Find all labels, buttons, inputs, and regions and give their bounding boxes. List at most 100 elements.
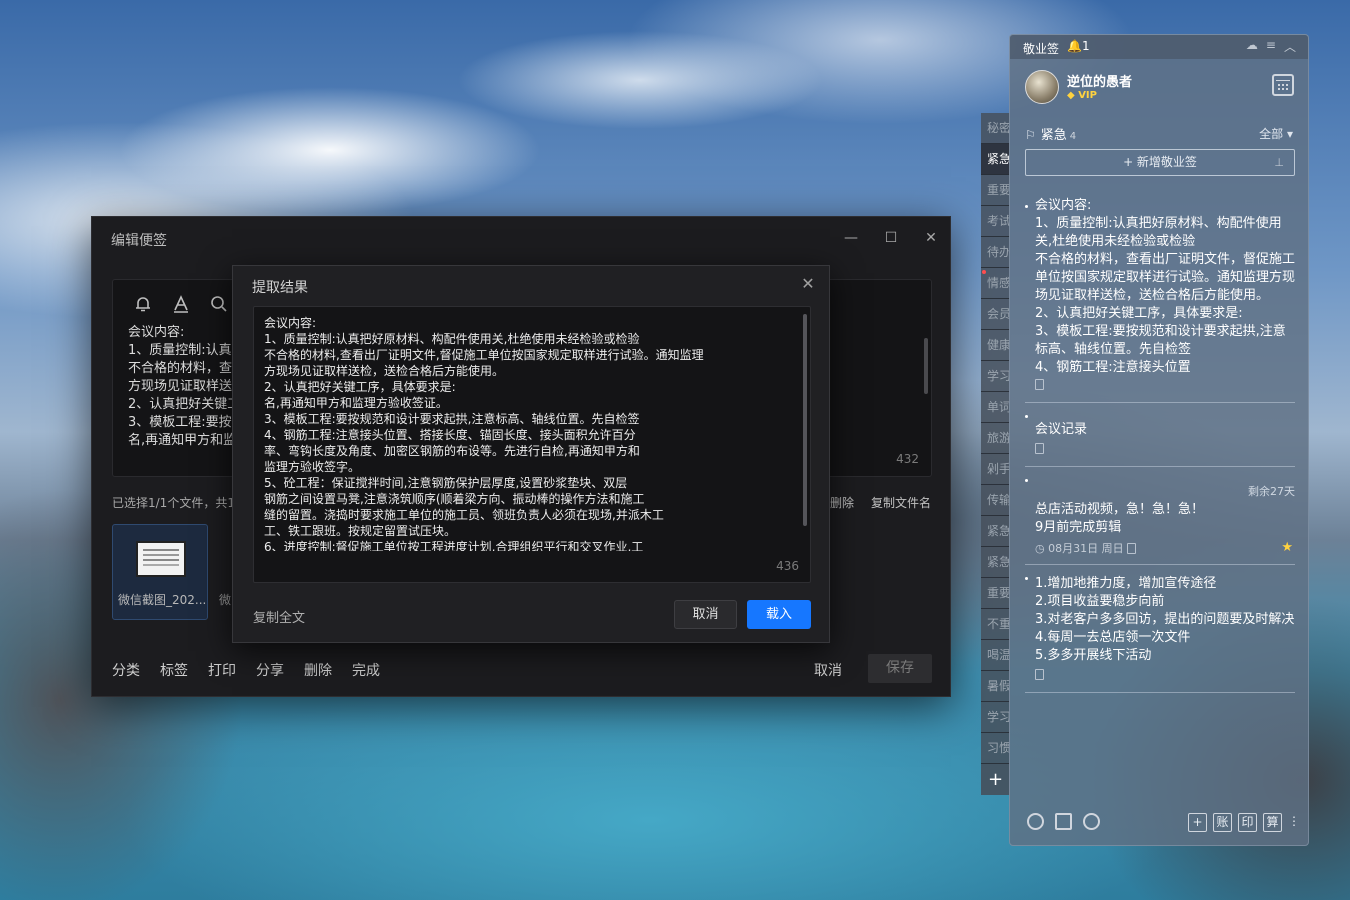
note-list: 会议内容: 1、质量控制:认真把好原材料、构配件使用关,杜绝使用未经检验或检验 … <box>1025 193 1295 693</box>
side-tab[interactable]: 传输 <box>981 485 1010 516</box>
side-tab[interactable]: 剁手 <box>981 454 1010 485</box>
attachment-name-2[interactable]: 微 <box>219 591 231 608</box>
bell-icon[interactable] <box>133 294 153 314</box>
side-tab[interactable]: 重要 <box>981 175 1010 206</box>
attachment-thumbnail[interactable]: 微信截图_202... <box>112 524 208 620</box>
side-tab[interactable]: 待办 <box>981 237 1010 268</box>
attachment-name: 微信截图_202... <box>118 593 207 607</box>
note-meta <box>1035 378 1295 392</box>
edit-window-title: 编辑便签 <box>111 233 167 249</box>
side-tab[interactable]: 单词 <box>981 392 1010 423</box>
category-count: 4 <box>1069 131 1077 142</box>
add-icon[interactable]: + <box>1188 813 1207 832</box>
extract-scrollbar[interactable] <box>803 314 807 526</box>
side-tab[interactable]: 旅游 <box>981 423 1010 454</box>
extract-text-area[interactable]: 会议内容: 1、质量控制:认真把好原材料、构配件使用关,杜绝使用未经检验或检验 … <box>253 306 811 583</box>
add-category-button[interactable]: + <box>981 764 1010 795</box>
footer-left-icons <box>1027 813 1100 830</box>
panel-header: 敬业签 🔔1 ☁ ≡ ︿ <box>1010 35 1308 59</box>
side-tab[interactable]: 学习 <box>981 702 1010 733</box>
side-tab[interactable]: 秘密 <box>981 113 1010 144</box>
extract-result-dialog: 提取结果 ✕ 会议内容: 1、质量控制:认真把好原材料、构配件使用关,杜绝使用未… <box>232 265 830 643</box>
sticky-note-panel: 敬业签 🔔1 ☁ ≡ ︿ 逆位的愚者 ◆ VIP ⚐ 紧急 4 全部 ▾ + 新增敬… <box>1009 34 1309 846</box>
history-icon[interactable] <box>1027 813 1044 830</box>
side-tab[interactable]: 学习 <box>981 361 1010 392</box>
search-icon[interactable] <box>209 294 229 314</box>
side-tab[interactable]: 情感 <box>981 268 1010 299</box>
side-tab[interactable]: 习惯 <box>981 733 1010 764</box>
calendar-icon[interactable] <box>1272 74 1294 96</box>
close-button[interactable]: ✕ <box>922 229 940 247</box>
star-icon[interactable]: ★ <box>1281 540 1293 555</box>
edit-cancel-button[interactable]: 取消 <box>814 660 842 680</box>
minimize-button[interactable]: — <box>842 229 860 247</box>
clock-icon: ◷ <box>1035 542 1045 555</box>
more-icon[interactable]: ⋮ <box>1288 813 1300 832</box>
extract-text[interactable]: 会议内容: 1、质量控制:认真把好原材料、构配件使用关,杜绝使用未经检验或检验 … <box>264 315 794 551</box>
chevron-up-icon[interactable]: ︿ <box>1284 38 1296 55</box>
maximize-button[interactable]: ☐ <box>882 229 900 247</box>
side-tab[interactable]: 暑假 <box>981 671 1010 702</box>
list-item[interactable]: 1.增加地推力度，增加宣传途径 2.项目收益要稳步向前 3.对老客户多多回访，提… <box>1025 565 1295 693</box>
list-item[interactable]: 会议记录 <box>1025 403 1295 467</box>
note-text: 1.增加地推力度，增加宣传途径 2.项目收益要稳步向前 3.对老客户多多回访，提… <box>1035 576 1295 663</box>
side-tab[interactable]: 不重 <box>981 609 1010 640</box>
checklist-icon[interactable] <box>1055 813 1072 830</box>
filter-dropdown[interactable]: 全部 ▾ <box>1259 125 1293 142</box>
vip-badge: ◆ VIP <box>1067 90 1097 101</box>
file-selection-info: 已选择1/1个文件，共1 <box>112 496 235 510</box>
note-editor-text[interactable]: 会议内容: 1、质量控制:认真 不合格的材料，查 方现场见证取样送 2、认真把好… <box>128 324 240 454</box>
cancel-button[interactable]: 取消 <box>674 600 737 629</box>
note-text: 总店活动视频，急！急！急！ 9月前完成剪辑 <box>1035 502 1205 535</box>
notification-badge[interactable]: 🔔1 <box>1067 39 1090 53</box>
cloud-icon[interactable]: ☁ <box>1246 38 1258 55</box>
share-button[interactable]: 分享 <box>256 660 284 680</box>
save-button[interactable]: 保存 <box>868 654 932 683</box>
avatar[interactable] <box>1025 70 1059 104</box>
image-preview <box>136 541 186 577</box>
menu-icon[interactable]: ≡ <box>1266 38 1276 55</box>
load-button[interactable]: 载入 <box>747 600 811 629</box>
editor-scrollbar[interactable] <box>924 338 928 394</box>
done-button[interactable]: 完成 <box>352 660 380 680</box>
attachment-icon <box>1035 443 1044 454</box>
edit-bottom-bar: 分类 标签 打印 分享 删除 完成 <box>112 660 400 680</box>
side-tab-active[interactable]: 紧急 <box>981 144 1010 175</box>
list-item[interactable]: 会议内容: 1、质量控制:认真把好原材料、构配件使用关,杜绝使用未经检验或检验 … <box>1025 193 1295 403</box>
side-tab[interactable]: 紧急 <box>981 547 1010 578</box>
remaining-days: 剩余27天 <box>1248 485 1295 498</box>
extract-char-count: 436 <box>776 559 799 573</box>
side-tab[interactable]: 喝温 <box>981 640 1010 671</box>
side-tab[interactable]: 重要 <box>981 578 1010 609</box>
tag-button[interactable]: 标签 <box>160 660 188 680</box>
side-tab[interactable]: 紧急 <box>981 516 1010 547</box>
delete-button[interactable]: 删除 <box>304 660 332 680</box>
category-button[interactable]: 分类 <box>112 660 140 680</box>
close-icon[interactable]: ✕ <box>800 276 816 292</box>
bookmark-icon: ⚐ <box>1025 128 1036 142</box>
side-tab[interactable]: 考试 <box>981 206 1010 237</box>
list-item[interactable]: 剩余27天 总店活动视频，急！急！急！ 9月前完成剪辑 ◷ 08月31日 周日 … <box>1025 467 1295 565</box>
text-format-icon[interactable] <box>171 294 191 314</box>
panel-footer: + 账 印 算 ⋮ <box>1027 813 1300 835</box>
app-name: 敬业签 <box>1023 42 1060 56</box>
print-icon[interactable]: 印 <box>1238 813 1257 832</box>
category-name: 紧急 <box>1040 128 1067 143</box>
file-delete-link[interactable]: 删除 <box>830 494 854 511</box>
new-note-button[interactable]: + 新增敬业签 ⊥ <box>1025 149 1295 176</box>
side-tab[interactable]: 会员 <box>981 299 1010 330</box>
editor-toolbar <box>133 294 229 314</box>
pin-icon[interactable]: ⊥ <box>1274 150 1284 175</box>
header-icons: ☁ ≡ ︿ <box>1246 38 1296 55</box>
calculator-icon[interactable]: 算 <box>1263 813 1282 832</box>
current-category: ⚐ 紧急 4 <box>1025 124 1076 143</box>
side-tab[interactable]: 健康 <box>981 330 1010 361</box>
ledger-icon[interactable]: 账 <box>1213 813 1232 832</box>
copy-all-link[interactable]: 复制全文 <box>253 607 305 626</box>
print-button[interactable]: 打印 <box>208 660 236 680</box>
attachment-icon <box>1035 379 1044 390</box>
notification-count: 1 <box>1081 39 1090 53</box>
copy-filename-link[interactable]: 复制文件名 <box>871 494 931 511</box>
note-text: 会议内容: 1、质量控制:认真把好原材料、构配件使用关,杜绝使用未经检验或检验 … <box>1035 198 1295 375</box>
search-icon[interactable] <box>1083 813 1100 830</box>
